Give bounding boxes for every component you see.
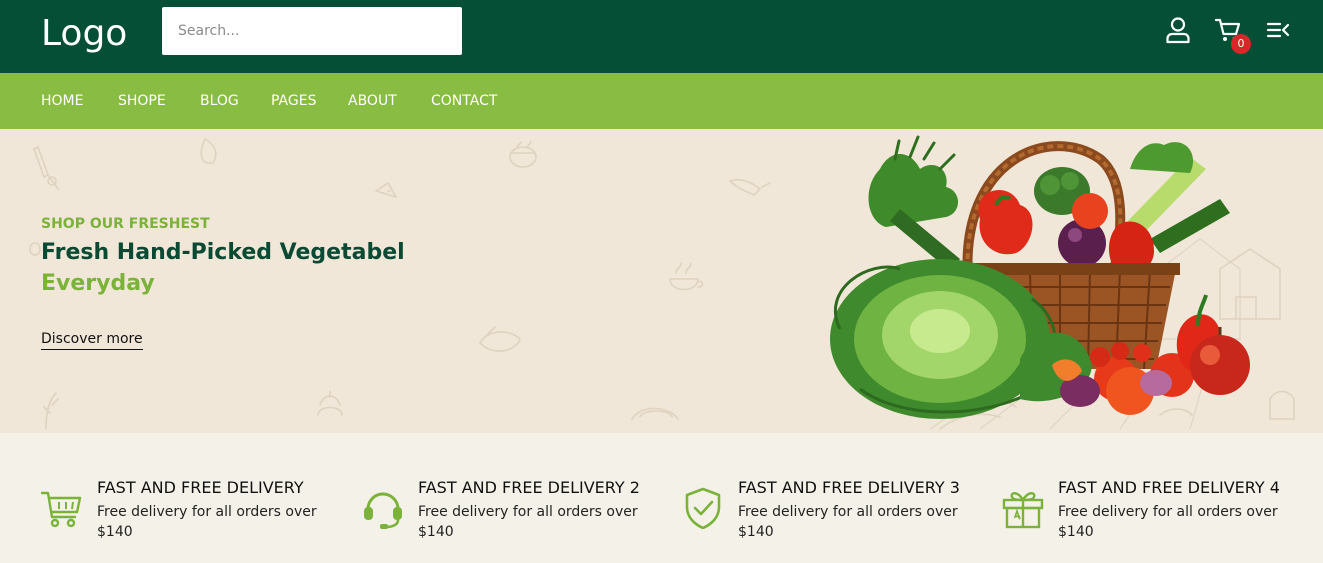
top-header: Logo 0 [0,0,1323,73]
shield-check-icon [685,487,721,529]
cart-count-badge: 0 [1231,34,1251,54]
nav-item-pages[interactable]: PAGES [271,92,316,110]
nav-item-about[interactable]: ABOUT [348,92,397,110]
feature-description: Free delivery for all orders over $140 [738,504,958,540]
nav-item-shope[interactable]: SHOPE [118,92,166,110]
search-input[interactable] [162,7,462,55]
features-bar: FAST AND FREE DELIVERY Free delivery for… [0,433,1323,563]
nav-item-home[interactable]: HOME [41,92,83,110]
hero-title: Fresh Hand-Picked Vegetabel [41,240,405,265]
feature-item: FAST AND FREE DELIVERY Free delivery for… [41,477,341,547]
nav-item-contact[interactable]: CONTACT [431,92,497,110]
feature-item: FAST AND FREE DELIVERY 2 Free delivery f… [362,477,662,547]
vegetable-basket-image [830,135,1250,430]
feature-title: FAST AND FREE DELIVERY [97,478,304,497]
main-nav: HOME SHOPE BLOG PAGES ABOUT CONTACT [0,73,1323,129]
feature-description: Free delivery for all orders over $140 [418,504,638,540]
hero-title-highlight: Everyday [41,271,155,296]
feature-description: Free delivery for all orders over $140 [97,504,317,540]
shopping-cart-icon [41,491,82,528]
feature-item: FAST AND FREE DELIVERY 3 Free delivery f… [682,477,982,547]
hero-kicker: SHOP OUR FRESHEST [41,216,210,232]
logo[interactable]: Logo [41,12,127,56]
nav-item-blog[interactable]: BLOG [200,92,239,110]
feature-title: FAST AND FREE DELIVERY 2 [418,478,640,497]
feature-title: FAST AND FREE DELIVERY 3 [738,478,960,497]
feature-description: Free delivery for all orders over $140 [1058,504,1278,540]
feature-title: FAST AND FREE DELIVERY 4 [1058,478,1280,497]
feature-item: FAST AND FREE DELIVERY 4 Free delivery f… [1002,477,1302,547]
user-icon[interactable] [1164,16,1192,44]
gift-icon [1002,492,1044,529]
headset-icon [364,492,402,529]
menu-icon[interactable] [1266,18,1290,42]
hero-banner: SHOP OUR FRESHEST Fresh Hand-Picked Vege… [0,129,1323,433]
discover-more-link[interactable]: Discover more [41,330,143,350]
